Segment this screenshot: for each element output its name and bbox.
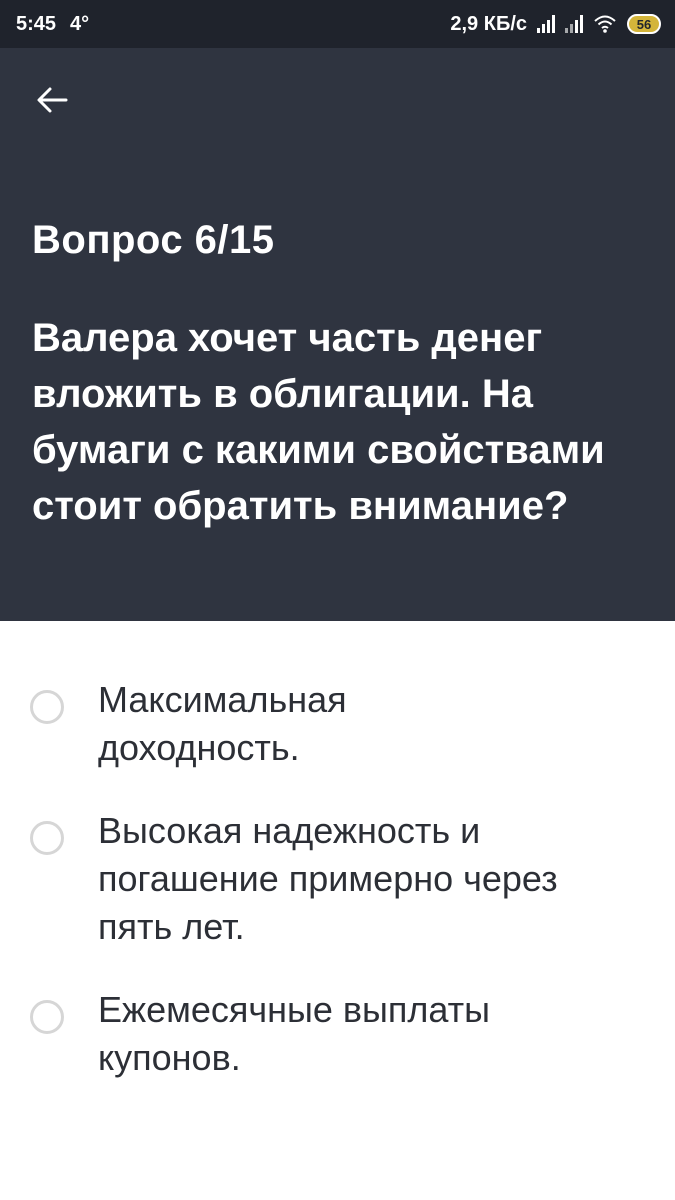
back-button[interactable] [32, 80, 72, 120]
status-right: 2,9 КБ/с 56 [450, 13, 661, 36]
radio-button[interactable] [30, 1000, 64, 1034]
radio-button[interactable] [30, 821, 64, 855]
signal-icon [565, 15, 583, 33]
status-temperature: 4° [70, 12, 90, 35]
status-left: 5:45 4° [16, 13, 89, 36]
network-speed: 2,9 КБ/с [450, 12, 527, 35]
battery-icon: 56 [627, 14, 661, 34]
answer-option-label: Ежемесячные выплаты купонов. [98, 989, 491, 1078]
signal-icon [537, 15, 555, 33]
status-bar: 5:45 4° 2,9 КБ/с 56 [0, 0, 675, 48]
question-counter: Вопрос 6/15 [32, 218, 275, 262]
question-text: Валера хочет часть денег вложить в облиг… [32, 316, 605, 528]
answer-option-label: Высокая надежность и погашение примерно … [98, 810, 558, 947]
answer-option-3[interactable]: Ежемесячные выплаты купонов. [30, 986, 650, 1082]
status-time: 5:45 [16, 12, 57, 35]
arrow-left-icon [36, 86, 68, 114]
answer-option-1[interactable]: Максимальная доходность. [30, 676, 650, 772]
wifi-icon [593, 14, 617, 34]
radio-button[interactable] [30, 690, 64, 724]
answer-option-2[interactable]: Высокая надежность и погашение примерно … [30, 807, 650, 951]
answer-option-label: Максимальная доходность. [98, 679, 347, 768]
question-header: Вопрос 6/15 Валера хочет часть денег вло… [0, 48, 675, 621]
